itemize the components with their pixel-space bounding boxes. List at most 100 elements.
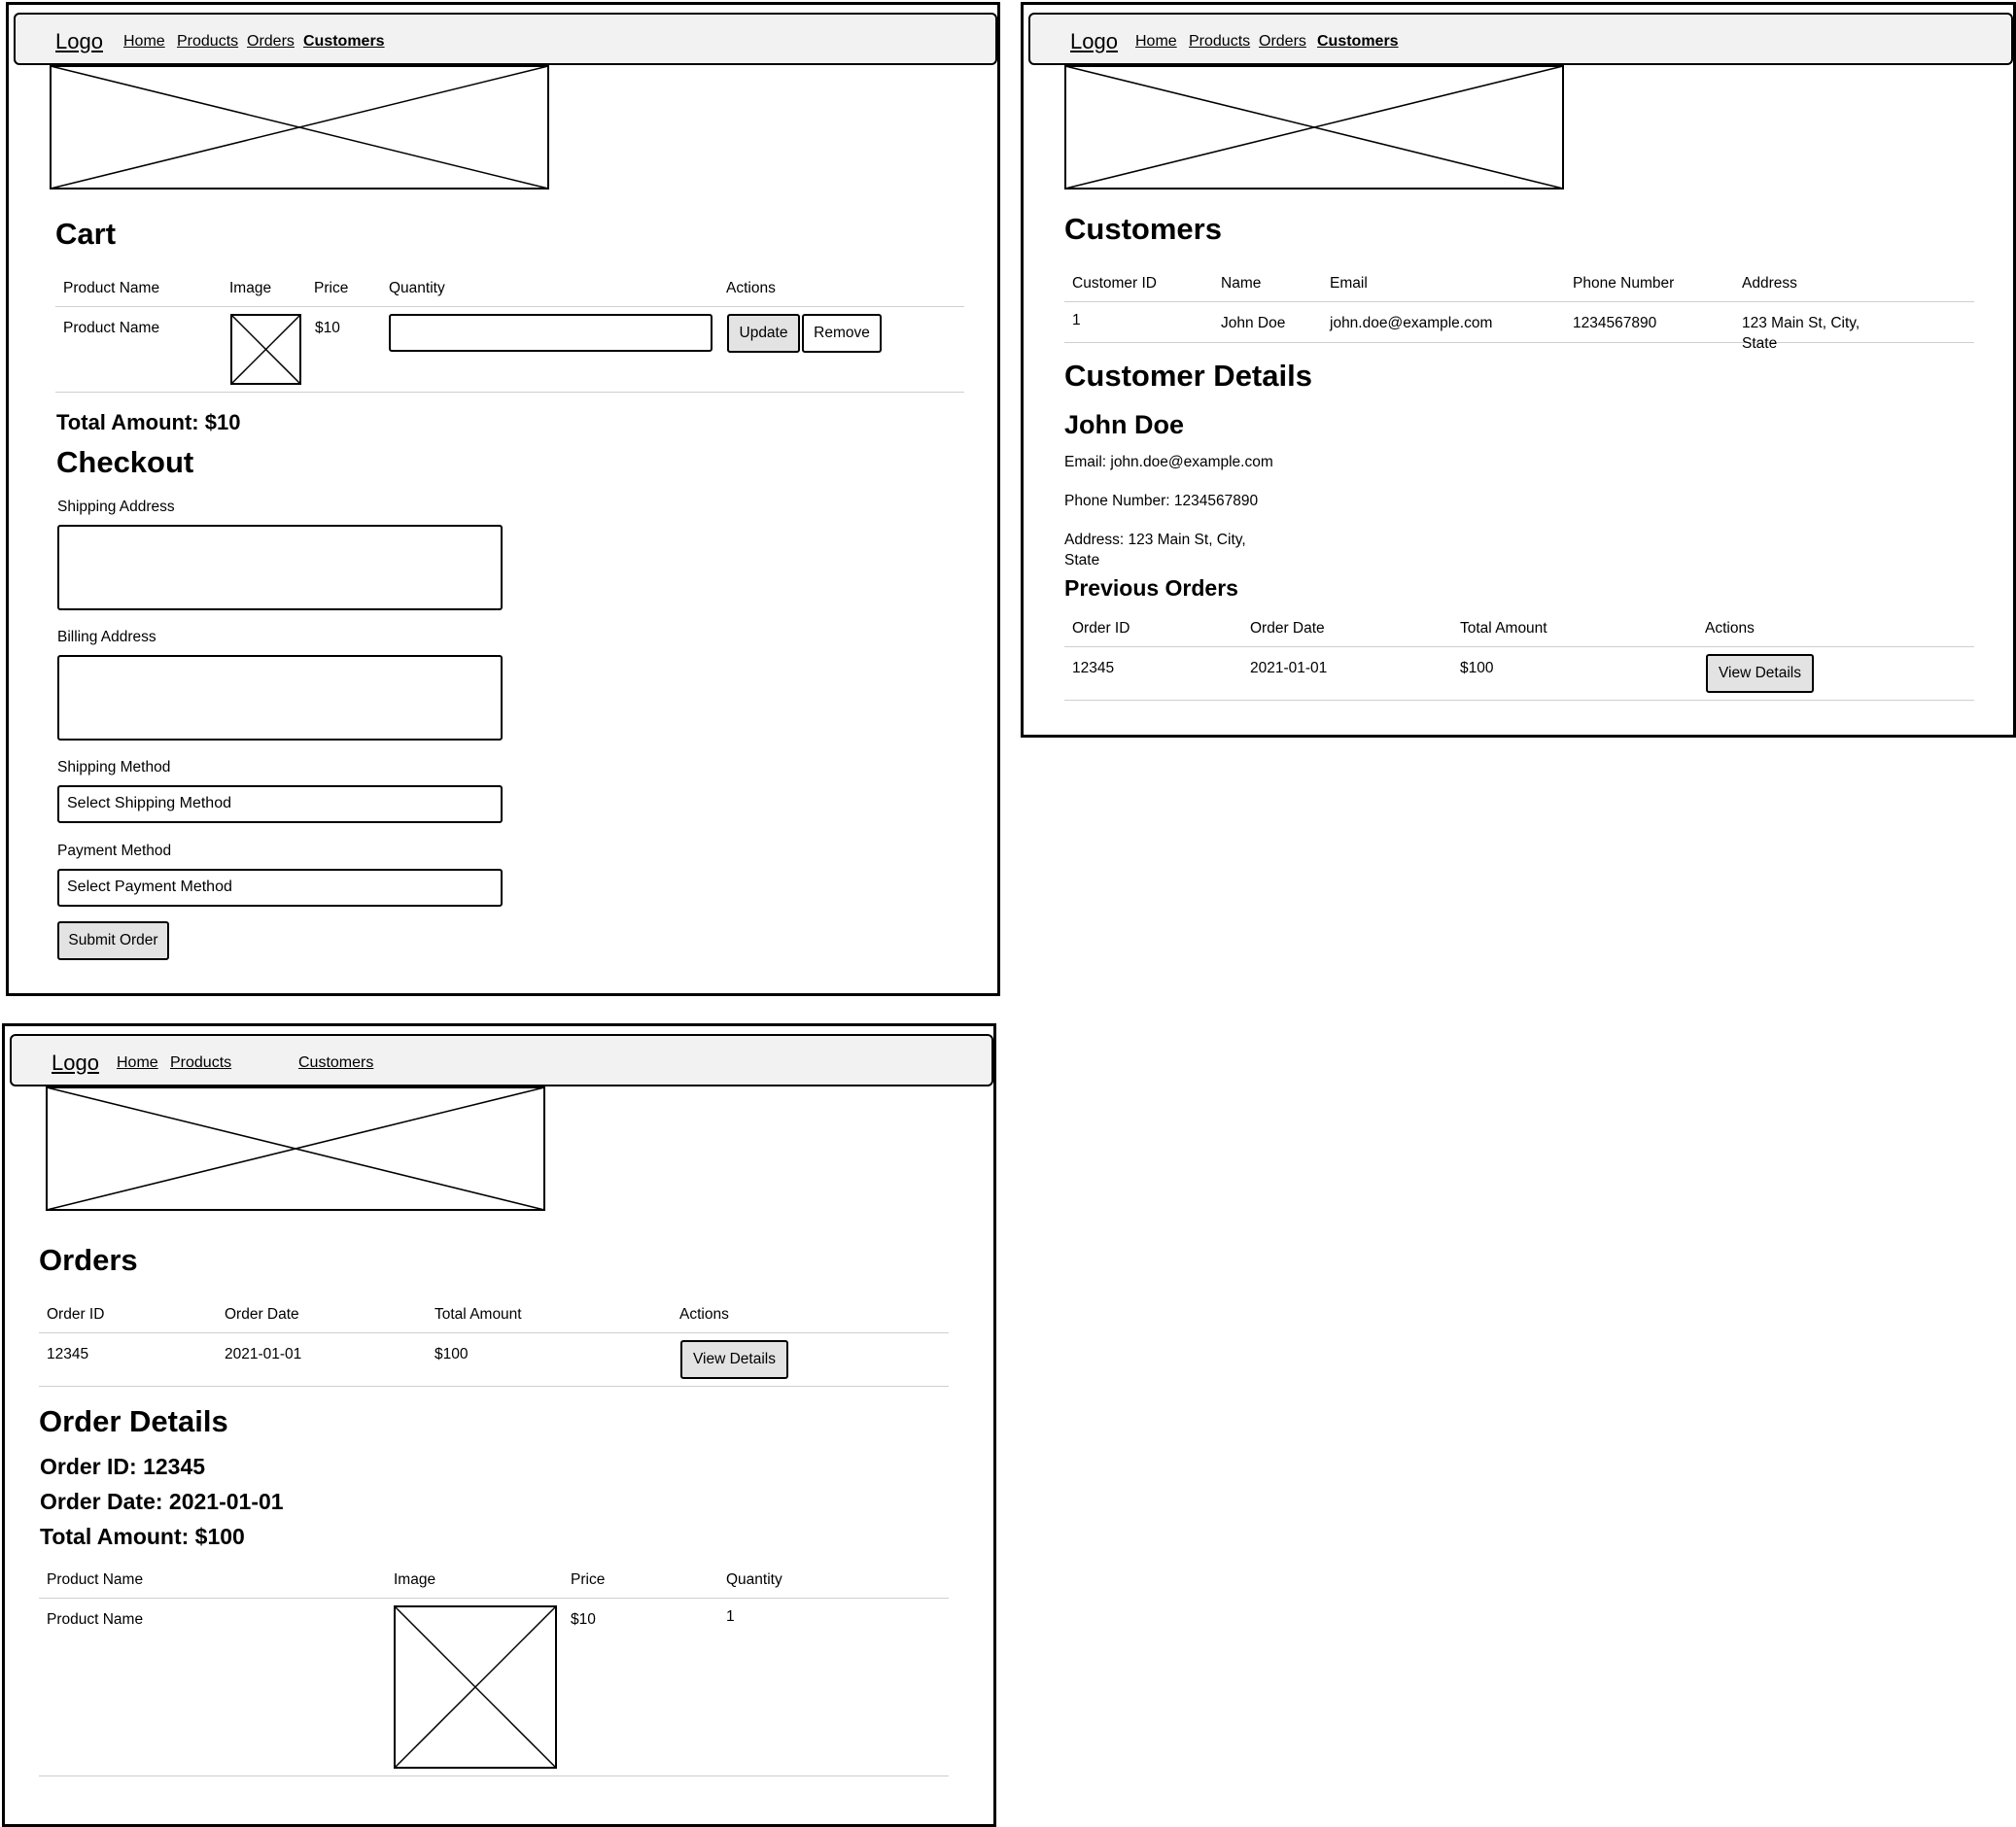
previous-orders-header-total: Total Amount bbox=[1460, 620, 1547, 637]
shipping-method-select[interactable]: Select Shipping Method bbox=[57, 785, 503, 823]
nav-link-home[interactable]: Home bbox=[123, 33, 165, 51]
order-row-total: $100 bbox=[434, 1346, 469, 1362]
order-items-row-divider bbox=[39, 1775, 949, 1776]
orders-title: Orders bbox=[39, 1243, 138, 1277]
checkout-title: Checkout bbox=[56, 445, 194, 479]
payment-method-select[interactable]: Select Payment Method bbox=[57, 869, 503, 907]
customer-details-email: Email: john.doe@example.com bbox=[1064, 454, 1273, 470]
customers-header-address: Address bbox=[1742, 275, 1797, 292]
order-item-row-quantity: 1 bbox=[726, 1608, 735, 1625]
nav-link-home[interactable]: Home bbox=[1135, 33, 1177, 51]
customer-details-name: John Doe bbox=[1064, 410, 1185, 439]
cart-total-amount: Total Amount: $10 bbox=[56, 410, 241, 434]
billing-address-label: Billing Address bbox=[57, 629, 156, 645]
customer-details-address-line1: Address: 123 Main St, City, bbox=[1064, 532, 1246, 548]
navbar: Logo Home Products Orders Customers bbox=[1028, 13, 2013, 65]
previous-order-row-date: 2021-01-01 bbox=[1250, 660, 1328, 676]
nav-link-home[interactable]: Home bbox=[117, 1054, 158, 1072]
customers-header-email: Email bbox=[1330, 275, 1368, 292]
order-details-title: Order Details bbox=[39, 1404, 228, 1438]
nav-link-orders[interactable]: Orders bbox=[247, 33, 295, 51]
cart-row-product-name: Product Name bbox=[63, 320, 160, 336]
orders-header-divider bbox=[39, 1332, 949, 1333]
customer-details-phone: Phone Number: 1234567890 bbox=[1064, 493, 1259, 509]
hero-image-placeholder bbox=[46, 1086, 545, 1211]
customers-header-name: Name bbox=[1221, 275, 1262, 292]
submit-order-button[interactable]: Submit Order bbox=[57, 921, 169, 960]
cart-header-divider bbox=[55, 306, 964, 307]
customers-header-id: Customer ID bbox=[1072, 275, 1157, 292]
nav-link-customers[interactable]: Customers bbox=[1317, 33, 1399, 51]
shipping-address-input[interactable] bbox=[57, 525, 503, 610]
remove-button[interactable]: Remove bbox=[802, 314, 882, 353]
navbar: Logo Home Products Orders Customers bbox=[14, 13, 997, 65]
payment-method-label: Payment Method bbox=[57, 843, 172, 859]
nav-link-customers[interactable]: Customers bbox=[303, 33, 385, 51]
orders-header-id: Order ID bbox=[47, 1306, 105, 1323]
nav-link-products[interactable]: Products bbox=[177, 33, 238, 51]
customer-row-address-line1: 123 Main St, City, bbox=[1742, 315, 1860, 331]
cart-header-product-name: Product Name bbox=[63, 280, 160, 296]
order-items-header-product-name: Product Name bbox=[47, 1571, 144, 1588]
product-image-placeholder bbox=[230, 314, 301, 385]
customers-header-phone: Phone Number bbox=[1573, 275, 1675, 292]
cart-row-divider bbox=[55, 392, 964, 393]
orders-header-total: Total Amount bbox=[434, 1306, 522, 1323]
orders-screen: Logo Home Products Customers Orders Orde… bbox=[2, 1023, 996, 1827]
orders-header-date: Order Date bbox=[225, 1306, 299, 1323]
customer-row-phone: 1234567890 bbox=[1573, 315, 1657, 331]
cart-header-price: Price bbox=[314, 280, 349, 296]
customer-details-title: Customer Details bbox=[1064, 359, 1312, 393]
nav-link-products[interactable]: Products bbox=[1189, 33, 1250, 51]
order-details-date: Order Date: 2021-01-01 bbox=[40, 1489, 284, 1514]
order-row-id: 12345 bbox=[47, 1346, 89, 1362]
previous-order-row-total: $100 bbox=[1460, 660, 1494, 676]
cart-checkout-screen: Logo Home Products Orders Customers Cart… bbox=[6, 2, 1000, 996]
shipping-address-label: Shipping Address bbox=[57, 499, 175, 515]
previous-orders-header-id: Order ID bbox=[1072, 620, 1130, 637]
previous-orders-header-divider bbox=[1064, 646, 1974, 647]
order-item-row-product-name: Product Name bbox=[47, 1611, 144, 1628]
order-details-id: Order ID: 12345 bbox=[40, 1454, 206, 1479]
cart-header-actions: Actions bbox=[726, 280, 776, 296]
customers-row-divider bbox=[1064, 342, 1974, 343]
update-button[interactable]: Update bbox=[727, 314, 800, 353]
view-details-button[interactable]: View Details bbox=[680, 1340, 788, 1379]
view-details-button[interactable]: View Details bbox=[1706, 654, 1814, 693]
cart-header-quantity: Quantity bbox=[389, 280, 445, 296]
customer-row-email: john.doe@example.com bbox=[1330, 315, 1493, 331]
customers-header-divider bbox=[1064, 301, 1974, 302]
order-details-total: Total Amount: $100 bbox=[40, 1524, 245, 1549]
billing-address-input[interactable] bbox=[57, 655, 503, 741]
shipping-method-value: Select Shipping Method bbox=[67, 795, 231, 811]
orders-header-actions: Actions bbox=[679, 1306, 729, 1323]
logo[interactable]: Logo bbox=[55, 29, 103, 54]
cart-title: Cart bbox=[55, 217, 117, 251]
nav-link-customers[interactable]: Customers bbox=[298, 1054, 373, 1072]
order-items-header-divider bbox=[39, 1598, 949, 1599]
logo[interactable]: Logo bbox=[1070, 29, 1118, 54]
logo[interactable]: Logo bbox=[52, 1051, 99, 1076]
previous-orders-header-date: Order Date bbox=[1250, 620, 1325, 637]
customer-row-id: 1 bbox=[1072, 312, 1081, 328]
nav-link-products[interactable]: Products bbox=[170, 1054, 231, 1072]
hero-image-placeholder bbox=[1064, 65, 1564, 190]
product-image-placeholder bbox=[394, 1605, 557, 1769]
quantity-input[interactable] bbox=[389, 314, 713, 352]
cart-header-image: Image bbox=[229, 280, 272, 296]
customers-title: Customers bbox=[1064, 212, 1222, 246]
hero-image-placeholder bbox=[50, 65, 549, 190]
order-items-header-price: Price bbox=[571, 1571, 606, 1588]
nav-link-orders[interactable]: Orders bbox=[1259, 33, 1306, 51]
order-items-header-quantity: Quantity bbox=[726, 1571, 782, 1588]
previous-orders-title: Previous Orders bbox=[1064, 575, 1238, 601]
previous-orders-header-actions: Actions bbox=[1705, 620, 1755, 637]
payment-method-value: Select Payment Method bbox=[67, 879, 232, 895]
order-row-date: 2021-01-01 bbox=[225, 1346, 302, 1362]
previous-orders-row-divider bbox=[1064, 700, 1974, 701]
order-item-row-price: $10 bbox=[571, 1611, 596, 1628]
customer-row-name: John Doe bbox=[1221, 315, 1286, 331]
shipping-method-label: Shipping Method bbox=[57, 759, 171, 776]
previous-order-row-id: 12345 bbox=[1072, 660, 1115, 676]
order-items-header-image: Image bbox=[394, 1571, 436, 1588]
